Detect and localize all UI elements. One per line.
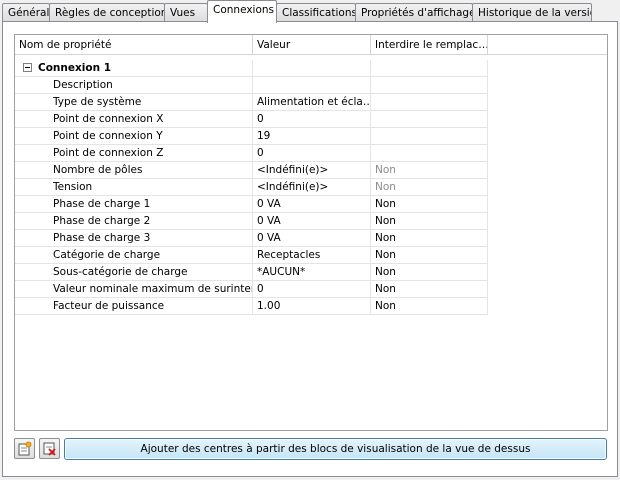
property-value-cell[interactable]: *AUCUN* — [253, 264, 371, 281]
property-value-cell[interactable] — [253, 77, 371, 94]
property-override-cell[interactable]: Non — [371, 179, 488, 196]
property-value-cell[interactable]: <Indéfini(e)> — [253, 162, 371, 179]
property-override-cell[interactable]: Non — [371, 162, 488, 179]
property-name-cell[interactable]: Point de connexion Z — [15, 145, 253, 162]
property-name-cell[interactable]: Phase de charge 2 — [15, 213, 253, 230]
property-value-cell[interactable]: 0 — [253, 281, 371, 298]
add-centers-button[interactable]: Ajouter des centres à partir des blocs d… — [64, 438, 607, 460]
property-override-cell[interactable] — [371, 145, 488, 162]
table-row[interactable]: Point de connexion Y 19 — [15, 128, 488, 145]
add-connection-button[interactable] — [14, 438, 35, 459]
tab-general[interactable]: Général — [2, 3, 50, 22]
delete-connection-icon — [43, 442, 56, 456]
table-row[interactable]: Phase de charge 20 VA Non — [15, 213, 488, 230]
property-name-cell[interactable]: Tension — [15, 179, 253, 196]
tab-regles-de-conception[interactable]: Règles de conception — [49, 3, 165, 22]
property-override-cell[interactable] — [371, 128, 488, 145]
property-override-cell[interactable]: Non — [371, 264, 488, 281]
table-row[interactable]: Phase de charge 10 VA Non — [15, 196, 488, 213]
table-row[interactable]: Facteur de puissance 1.00 Non — [15, 298, 488, 315]
grid-header: Nom de propriété Valeur Interdire le rem… — [15, 35, 607, 55]
property-name-cell[interactable]: Point de connexion Y — [15, 128, 253, 145]
bottom-toolbar: Ajouter des centres à partir des blocs d… — [14, 437, 608, 461]
property-name-cell[interactable]: Valeur nominale maximum de surintens… — [15, 281, 253, 298]
property-name-cell[interactable]: Description — [15, 77, 253, 94]
property-value-cell[interactable]: <Indéfini(e)> — [253, 179, 371, 196]
header-value[interactable]: Valeur — [253, 35, 371, 55]
property-value-cell[interactable]: 0 VA — [253, 230, 371, 247]
property-override-cell[interactable]: Non — [371, 196, 488, 213]
table-row[interactable]: Type de système Alimentation et écla… — [15, 94, 488, 111]
table-row[interactable]: Tension <Indéfini(e)> Non — [15, 179, 488, 196]
property-name-cell[interactable]: Nombre de pôles — [15, 162, 253, 179]
property-value-cell[interactable]: 0 — [253, 111, 371, 128]
delete-connection-button[interactable] — [39, 438, 60, 459]
property-override-cell[interactable] — [371, 77, 488, 94]
tab-proprietes-affichage[interactable]: Propriétés d'affichage — [355, 3, 473, 22]
property-value-cell[interactable]: 19 — [253, 128, 371, 145]
property-override-cell[interactable]: Non — [371, 230, 488, 247]
tab-vues[interactable]: Vues — [164, 3, 208, 22]
table-row[interactable]: Valeur nominale maximum de surintens… 0 No… — [15, 281, 488, 298]
table-row[interactable]: Nombre de pôles <Indéfini(e)> Non — [15, 162, 488, 179]
group-label: Connexion 1 — [15, 60, 253, 77]
tab-classifications[interactable]: Classifications — [276, 3, 356, 22]
group-row[interactable]: Connexion 1 — [15, 60, 488, 77]
property-value-cell[interactable]: 1.00 — [253, 298, 371, 315]
table-row[interactable]: Point de connexion X0 — [15, 111, 488, 128]
property-name-cell[interactable]: Phase de charge 1 — [15, 196, 253, 213]
property-name-cell[interactable]: Sous-catégorie de charge — [15, 264, 253, 281]
table-row[interactable]: Description — [15, 77, 488, 94]
tab-strip: Général Règles de conception Vues Connex… — [2, 0, 618, 23]
property-override-cell[interactable]: Non — [371, 213, 488, 230]
table-row[interactable]: Sous-catégorie de charge *AUCUN* Non — [15, 264, 488, 281]
property-value-cell[interactable]: Alimentation et écla… — [253, 94, 371, 111]
table-row[interactable]: Point de connexion Z0 — [15, 145, 488, 162]
table-row[interactable]: Phase de charge 30 VA Non — [15, 230, 488, 247]
tab-historique-version[interactable]: Historique de la version — [472, 3, 592, 22]
header-property-name[interactable]: Nom de propriété — [15, 35, 253, 55]
property-value-cell[interactable]: 0 — [253, 145, 371, 162]
property-name-cell[interactable]: Catégorie de charge — [15, 247, 253, 264]
header-override[interactable]: Interdire le remplac… — [371, 35, 488, 55]
property-override-cell[interactable] — [371, 94, 488, 111]
property-value-cell[interactable]: 0 VA — [253, 196, 371, 213]
add-connection-icon — [18, 441, 32, 456]
property-override-cell[interactable]: Non — [371, 247, 488, 264]
property-name-cell[interactable]: Point de connexion X — [15, 111, 253, 128]
property-override-cell[interactable]: Non — [371, 298, 488, 315]
property-name-cell[interactable]: Phase de charge 3 — [15, 230, 253, 247]
property-name-cell[interactable]: Type de système — [15, 94, 253, 111]
property-name-cell[interactable]: Facteur de puissance — [15, 298, 253, 315]
group-value-cell — [253, 60, 371, 77]
property-grid: Nom de propriété Valeur Interdire le rem… — [14, 34, 608, 431]
property-override-cell[interactable]: Non — [371, 281, 488, 298]
group-override-cell — [371, 60, 488, 77]
property-override-cell[interactable] — [371, 111, 488, 128]
property-value-cell[interactable]: Receptacles — [253, 247, 371, 264]
tab-connexions[interactable]: Connexions — [207, 0, 277, 23]
property-value-cell[interactable]: 0 VA — [253, 213, 371, 230]
table-row[interactable]: Catégorie de charge Receptacles Non — [15, 247, 488, 264]
connexions-panel: Nom de propriété Valeur Interdire le rem… — [2, 21, 618, 477]
